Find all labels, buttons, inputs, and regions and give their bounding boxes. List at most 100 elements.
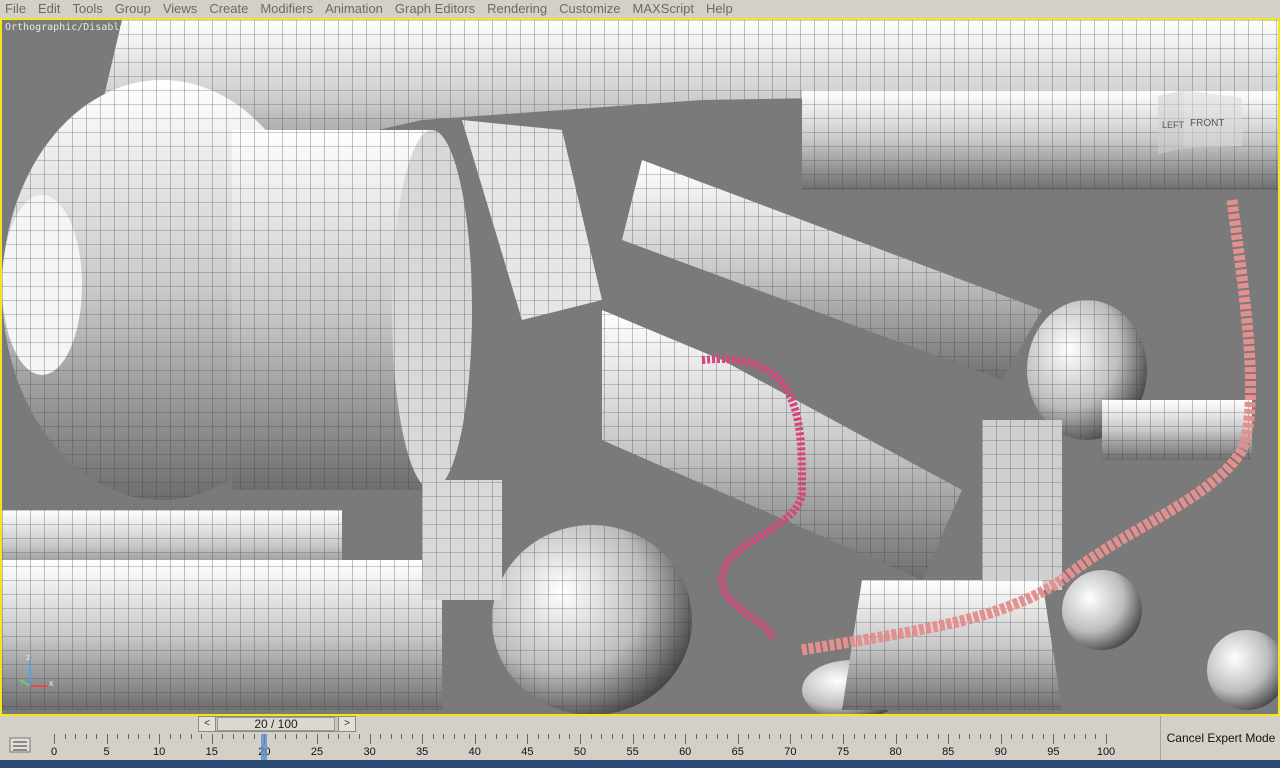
ruler-tick [306, 734, 308, 739]
ruler-tick [1042, 734, 1044, 739]
menu-customize[interactable]: Customize [553, 1, 626, 17]
ruler-tick [190, 734, 192, 739]
time-slider-thumb[interactable]: 20 / 100 [217, 717, 335, 731]
menu-tools[interactable]: Tools [66, 1, 108, 17]
ruler-tick [853, 734, 855, 739]
ruler-label: 25 [310, 746, 324, 758]
ruler-label: 10 [153, 746, 166, 758]
ruler-tick [874, 734, 876, 739]
ruler-tick [548, 734, 550, 739]
viewcube-left-label: LEFT [1162, 120, 1185, 130]
ruler-tick [790, 734, 792, 744]
ruler-label: 65 [731, 746, 744, 758]
menu-animation[interactable]: Animation [319, 1, 389, 17]
ruler-tick [169, 734, 171, 739]
menu-maxscript[interactable]: MAXScript [627, 1, 700, 17]
ruler-tick [96, 734, 98, 739]
ruler-tick [1063, 734, 1065, 739]
ruler-label: 95 [1047, 746, 1060, 758]
ruler-tick [54, 734, 55, 744]
scene-render[interactable] [2, 20, 1278, 714]
ruler-tick [706, 734, 708, 739]
ruler-tick [748, 734, 750, 739]
ruler-tick [369, 734, 371, 744]
viewcube-icon[interactable]: LEFT FRONT [1154, 88, 1246, 158]
menu-file[interactable]: File [0, 1, 32, 17]
ruler-tick [979, 734, 981, 739]
ruler-tick [632, 734, 634, 744]
menu-modifiers[interactable]: Modifiers [254, 1, 319, 17]
ruler-tick [601, 734, 603, 739]
ruler-tick [948, 734, 950, 744]
ruler-tick [716, 734, 718, 739]
ruler-tick [106, 734, 108, 744]
ruler-tick [232, 734, 234, 739]
ruler-tick [211, 734, 213, 744]
ruler-tick [516, 734, 518, 739]
ruler-tick [380, 734, 382, 739]
ruler-tick [811, 734, 813, 739]
ruler-tick [222, 734, 224, 739]
ruler-tick [1053, 734, 1055, 744]
ruler-tick [1000, 734, 1002, 744]
ruler-tick [390, 734, 392, 739]
ruler-label: 50 [573, 746, 587, 758]
ruler-tick [432, 734, 434, 739]
ruler-tick [1074, 734, 1076, 739]
ruler-tick [664, 734, 666, 739]
track-view-icon[interactable] [8, 736, 32, 754]
ruler-tick [127, 734, 129, 739]
time-slider[interactable]: < 20 / 100 > [198, 716, 356, 732]
ruler-tick [653, 734, 655, 739]
ruler-tick [821, 734, 823, 739]
ruler-tick [348, 734, 350, 739]
time-prev-button[interactable]: < [199, 717, 216, 731]
ruler-tick [916, 734, 918, 739]
ruler-tick [558, 734, 560, 739]
ruler-tick [990, 734, 992, 739]
ruler-tick [727, 734, 729, 739]
ruler-tick [906, 734, 908, 739]
ruler-tick [758, 734, 760, 739]
ruler-tick [453, 734, 455, 739]
ruler-tick [117, 734, 119, 739]
ruler-tick [138, 734, 140, 739]
menu-edit[interactable]: Edit [32, 1, 66, 17]
axis-x-label: x [49, 678, 54, 688]
ruler-label: 70 [784, 746, 797, 758]
viewport-label[interactable]: Orthographic/Disabled [5, 22, 131, 33]
ruler-tick [359, 734, 361, 739]
menu-group[interactable]: Group [109, 1, 157, 17]
ruler-label: 60 [679, 746, 692, 758]
ruler-tick [401, 734, 403, 739]
ruler-tick [674, 734, 676, 739]
axis-tripod-icon: z x [19, 652, 54, 688]
ruler-tick [422, 734, 424, 744]
menu-create[interactable]: Create [203, 1, 254, 17]
ruler-tick [317, 734, 318, 744]
viewcube-front-label: FRONT [1190, 118, 1224, 129]
ruler-label: 0 [50, 746, 58, 758]
ruler-tick [643, 734, 645, 739]
viewport[interactable]: Orthographic/Disabled LEFT FRONT z x [0, 18, 1280, 716]
ruler-tick [685, 734, 687, 744]
ruler-tick [148, 734, 150, 739]
time-next-button[interactable]: > [338, 717, 355, 731]
cancel-expert-mode-button[interactable]: Cancel Expert Mode [1160, 716, 1280, 760]
ruler-tick [443, 734, 445, 739]
ruler-tick [895, 734, 897, 744]
ruler-tick [474, 734, 476, 744]
ruler-label: 45 [521, 746, 534, 758]
ruler-tick [580, 734, 581, 744]
ruler-tick [75, 734, 77, 739]
menu-rendering[interactable]: Rendering [481, 1, 553, 17]
ruler-tick [338, 734, 340, 739]
ruler-label: 35 [416, 746, 429, 758]
ruler-tick [485, 734, 487, 739]
menu-views[interactable]: Views [157, 1, 203, 17]
menu-help[interactable]: Help [700, 1, 739, 17]
ruler-tick [1084, 734, 1086, 739]
menu-graph-editors[interactable]: Graph Editors [389, 1, 481, 17]
ruler-label: 55 [626, 746, 639, 758]
menu-bar: File Edit Tools Group Views Create Modif… [0, 0, 1280, 18]
